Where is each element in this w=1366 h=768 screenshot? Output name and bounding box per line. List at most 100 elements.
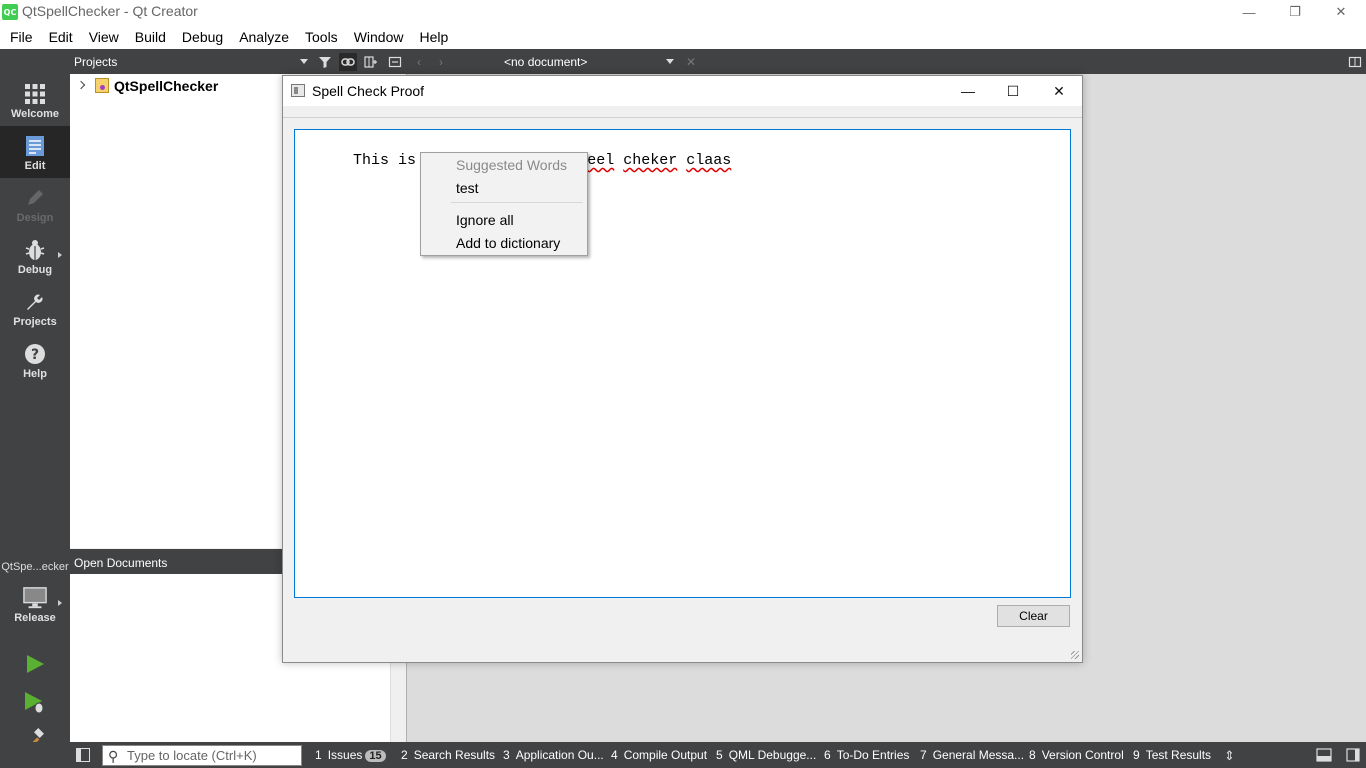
- pane-label: QML Debugge...: [728, 748, 817, 762]
- expand-arrow-icon[interactable]: [76, 80, 86, 90]
- menu-build[interactable]: Build: [127, 29, 174, 45]
- pane-general-messages[interactable]: 7 General Messa...: [920, 748, 1024, 762]
- play-icon: [27, 655, 44, 673]
- back-icon[interactable]: ‹: [410, 53, 428, 71]
- ignore-all-item[interactable]: Ignore all: [456, 212, 514, 228]
- projects-dropdown-icon[interactable]: [300, 59, 308, 64]
- window-titlebar: QC QtSpellChecker - Qt Creator — ❐ ✕: [0, 0, 1366, 24]
- dialog-title: Spell Check Proof: [312, 83, 425, 99]
- menu-help[interactable]: Help: [411, 29, 456, 45]
- window-restore-button[interactable]: ❐: [1272, 0, 1318, 24]
- pane-search-results[interactable]: 2 Search Results: [401, 748, 495, 762]
- menu-view[interactable]: View: [81, 29, 127, 45]
- dialog-minimize-button[interactable]: —: [945, 76, 991, 106]
- play-debug-icon: [25, 692, 44, 714]
- pane-compile-output[interactable]: 4 Compile Output: [611, 748, 707, 762]
- menu-file[interactable]: File: [2, 29, 41, 45]
- project-tree-root[interactable]: QtSpellChecker: [114, 78, 218, 94]
- search-icon: ⚲: [108, 748, 119, 764]
- kit-config-label: Release: [14, 612, 56, 624]
- window-close-button[interactable]: ✕: [1318, 0, 1364, 24]
- mode-projects[interactable]: Projects: [0, 282, 70, 334]
- dialog-close-button[interactable]: ✕: [1036, 76, 1082, 106]
- start-debugging-button[interactable]: [22, 690, 48, 716]
- menu-separator: [451, 202, 583, 203]
- pane-switcher-icon[interactable]: ⇕: [1224, 748, 1235, 764]
- collapse-icon[interactable]: [386, 53, 404, 71]
- pane-label: Test Results: [1145, 748, 1212, 762]
- menu-edit[interactable]: Edit: [41, 29, 81, 45]
- pane-qml-debugger[interactable]: 5 QML Debugge...: [716, 748, 816, 762]
- proof-text-editor[interactable]: This is a terst of the spoeel cheker cla…: [294, 129, 1071, 598]
- kit-selector[interactable]: Release: [0, 578, 70, 630]
- misspelled-word[interactable]: claas: [686, 152, 731, 169]
- pane-application-output[interactable]: 3 Application Ou...: [503, 748, 604, 762]
- question-icon: ?: [23, 342, 47, 366]
- menu-analyze[interactable]: Analyze: [231, 29, 297, 45]
- pane-label: Search Results: [413, 748, 496, 762]
- bug-icon: [23, 238, 47, 262]
- pane-version-control[interactable]: 8 Version Control: [1029, 748, 1124, 762]
- link-icon[interactable]: [339, 53, 357, 71]
- pane-issues[interactable]: 1 Issues 15: [315, 748, 386, 762]
- mode-help[interactable]: ? Help: [0, 334, 70, 386]
- project-folder-icon: [95, 78, 109, 93]
- clear-button[interactable]: Clear: [997, 605, 1070, 627]
- mode-welcome[interactable]: Welcome: [0, 74, 70, 126]
- menu-debug[interactable]: Debug: [174, 29, 231, 45]
- pane-number: 2: [401, 748, 408, 762]
- split-icon[interactable]: [362, 53, 380, 71]
- pane-todo-entries[interactable]: 6 To-Do Entries: [824, 748, 909, 762]
- dialog-maximize-button[interactable]: ☐: [990, 76, 1036, 106]
- pane-toolbar: [70, 49, 1366, 74]
- pane-label: Issues: [327, 748, 363, 762]
- pencil-icon: [23, 186, 47, 210]
- debug-submenu-arrow-icon[interactable]: [58, 252, 62, 258]
- run-button[interactable]: [22, 651, 48, 677]
- grid-icon: [23, 82, 47, 106]
- forward-icon[interactable]: ›: [432, 53, 450, 71]
- toggle-output-pane-icon[interactable]: [1316, 748, 1332, 765]
- resize-grip-icon[interactable]: [1071, 651, 1079, 659]
- close-document-icon[interactable]: ✕: [682, 53, 700, 71]
- suggestion-item[interactable]: test: [456, 180, 479, 196]
- window-icon: [291, 84, 305, 97]
- mode-help-label: Help: [23, 368, 47, 380]
- open-documents-title[interactable]: Open Documents: [74, 556, 167, 570]
- kit-project-label[interactable]: QtSpe...ecker: [0, 561, 70, 573]
- document-icon: [23, 134, 47, 158]
- suggested-words-header: Suggested Words: [456, 157, 568, 173]
- mode-design[interactable]: Design: [0, 178, 70, 230]
- mode-edit[interactable]: Edit: [0, 126, 70, 178]
- pane-number: 9: [1133, 748, 1140, 762]
- pane-label: Compile Output: [623, 748, 708, 762]
- add-to-dictionary-item[interactable]: Add to dictionary: [456, 235, 560, 251]
- filter-icon[interactable]: [316, 53, 334, 71]
- dialog-separator: [283, 117, 1082, 118]
- toggle-sidebar-icon[interactable]: [76, 748, 90, 762]
- menu-window[interactable]: Window: [346, 29, 412, 45]
- svg-text:?: ?: [31, 347, 39, 363]
- pane-number: 4: [611, 748, 618, 762]
- pane-number: 6: [824, 748, 831, 762]
- pane-number: 8: [1029, 748, 1036, 762]
- mode-debug[interactable]: Debug: [0, 230, 70, 282]
- window-minimize-button[interactable]: —: [1226, 0, 1272, 24]
- pane-label: To-Do Entries: [836, 748, 910, 762]
- mode-projects-label: Projects: [13, 316, 57, 328]
- misspelled-word[interactable]: cheker: [623, 152, 677, 169]
- wrench-icon: [23, 290, 47, 314]
- document-dropdown-icon[interactable]: [666, 59, 674, 64]
- locator[interactable]: ⚲: [102, 745, 302, 766]
- mode-edit-label: Edit: [24, 160, 46, 172]
- locator-input[interactable]: [127, 747, 297, 764]
- pane-number: 3: [503, 748, 510, 762]
- split-editor-icon[interactable]: [1346, 53, 1364, 71]
- toggle-right-sidebar-icon[interactable]: [1346, 748, 1360, 765]
- kit-submenu-arrow-icon[interactable]: [58, 600, 62, 606]
- pane-number: 5: [716, 748, 723, 762]
- pane-test-results[interactable]: 9 Test Results: [1133, 748, 1211, 762]
- document-selector[interactable]: <no document>: [504, 55, 587, 69]
- projects-pane-title[interactable]: Projects: [74, 55, 117, 69]
- menu-tools[interactable]: Tools: [297, 29, 346, 45]
